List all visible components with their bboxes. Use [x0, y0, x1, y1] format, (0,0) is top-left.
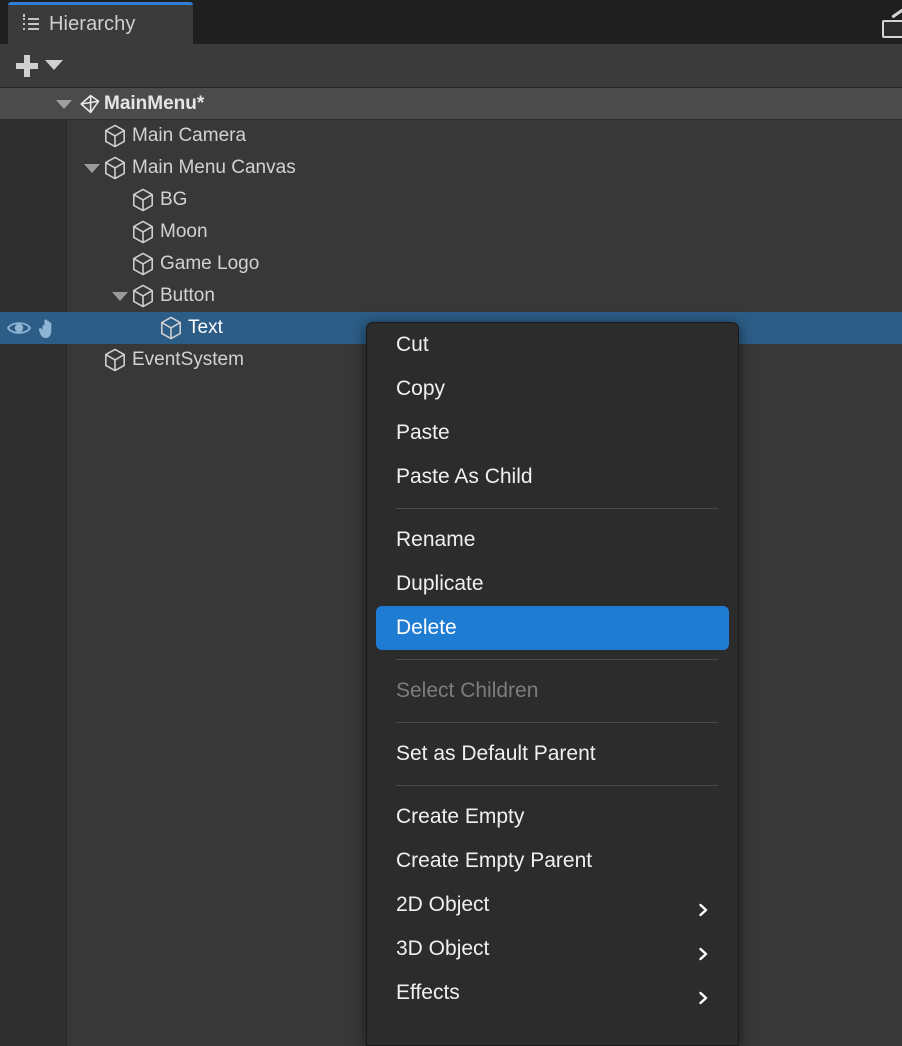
- chevron-down-icon[interactable]: [45, 60, 63, 70]
- foldout-triangle-expanded[interactable]: [84, 164, 100, 173]
- hierarchy-row-label: MainMenu*: [104, 92, 205, 114]
- menu-separator: [396, 722, 718, 723]
- menu-item-label: Create Empty: [396, 805, 525, 828]
- hierarchy-row-main-menu-canvas[interactable]: Main Menu Canvas: [0, 152, 902, 184]
- menu-item-copy[interactable]: Copy: [367, 367, 738, 411]
- hierarchy-row-bg[interactable]: BG: [0, 184, 902, 216]
- menu-separator: [396, 508, 718, 509]
- chevron-right-icon: [697, 899, 710, 917]
- chevron-right-icon: [697, 943, 710, 961]
- add-gameobject-button[interactable]: [10, 50, 44, 82]
- window-tab-bar: Hierarchy: [0, 0, 902, 44]
- menu-item-label: Copy: [396, 377, 446, 400]
- gameobject-cube-icon: [132, 252, 154, 276]
- hierarchy-row-mainmenu[interactable]: MainMenu*: [0, 88, 902, 120]
- menu-item-set-as-default-parent[interactable]: Set as Default Parent: [367, 732, 738, 776]
- menu-item-label: Delete: [396, 616, 457, 639]
- tab-label: Hierarchy: [49, 12, 136, 35]
- gameobject-cube-icon: [160, 316, 182, 340]
- row-visibility-icons: [6, 316, 64, 340]
- menu-item-create-empty[interactable]: Create Empty: [367, 795, 738, 839]
- menu-item-label: Select Children: [396, 679, 539, 702]
- hierarchy-row-label: EventSystem: [132, 349, 244, 370]
- hierarchy-row-label: Main Camera: [132, 125, 247, 146]
- menu-item-create-empty-parent[interactable]: Create Empty Parent: [367, 839, 738, 883]
- hierarchy-context-menu: Cut Copy Paste Paste As Child Rename Duplicat…: [366, 322, 739, 1046]
- menu-item-delete[interactable]: Delete: [376, 606, 729, 650]
- menu-item-effects[interactable]: Effects: [367, 971, 738, 1015]
- window-restore-icon[interactable]: [880, 8, 902, 38]
- foldout-triangle-expanded[interactable]: [56, 100, 72, 109]
- menu-item-duplicate[interactable]: Duplicate: [367, 562, 738, 606]
- menu-item-label: Set as Default Parent: [396, 742, 596, 765]
- gameobject-cube-icon: [132, 220, 154, 244]
- menu-item-2d-object[interactable]: 2D Object: [367, 883, 738, 927]
- unity-editor-hierarchy-window: Hierarchy All MainMenu* Main Camera Main M…: [0, 0, 902, 1046]
- menu-separator: [396, 785, 718, 786]
- menu-item-rename[interactable]: Rename: [367, 518, 738, 562]
- menu-item-paste[interactable]: Paste: [367, 411, 738, 455]
- menu-item-select-children: Select Children: [367, 669, 738, 713]
- hierarchy-row-label: Text: [188, 317, 223, 338]
- hierarchy-list-icon: [22, 14, 40, 32]
- menu-separator: [396, 659, 718, 660]
- gameobject-cube-icon: [132, 284, 154, 308]
- menu-item-label: Rename: [396, 528, 476, 551]
- hierarchy-row-label: Game Logo: [160, 253, 260, 274]
- tab-hierarchy[interactable]: Hierarchy: [8, 2, 193, 44]
- hierarchy-toolbar: All: [0, 44, 902, 126]
- menu-item-label: Duplicate: [396, 572, 484, 595]
- menu-item-paste-as-child[interactable]: Paste As Child: [367, 455, 738, 499]
- menu-item-label: Paste As Child: [396, 465, 533, 488]
- visibility-eye-icon[interactable]: [6, 318, 32, 343]
- chevron-right-icon: [697, 987, 710, 1005]
- unity-scene-icon: [78, 92, 102, 116]
- hierarchy-row-label: BG: [160, 189, 188, 210]
- menu-item-cut[interactable]: Cut: [367, 323, 738, 367]
- menu-item-label: Effects: [396, 981, 460, 1004]
- hierarchy-row-button[interactable]: Button: [0, 280, 902, 312]
- foldout-triangle-expanded[interactable]: [112, 292, 128, 301]
- gameobject-cube-icon: [104, 124, 126, 148]
- hierarchy-row-main-camera[interactable]: Main Camera: [0, 120, 902, 152]
- menu-item-3d-object[interactable]: 3D Object: [367, 927, 738, 971]
- menu-item-label: Cut: [396, 333, 429, 356]
- hierarchy-row-label: Main Menu Canvas: [132, 157, 296, 178]
- pickability-hand-icon[interactable]: [36, 316, 62, 345]
- menu-item-label: Paste: [396, 421, 450, 444]
- hierarchy-row-game-logo[interactable]: Game Logo: [0, 248, 902, 280]
- hierarchy-row-moon[interactable]: Moon: [0, 216, 902, 248]
- gameobject-cube-icon: [104, 156, 126, 180]
- menu-item-label: 2D Object: [396, 893, 490, 916]
- gameobject-cube-icon: [104, 348, 126, 372]
- menu-item-label: Create Empty Parent: [396, 849, 593, 872]
- hierarchy-row-label: Button: [160, 285, 215, 306]
- menu-item-label: 3D Object: [396, 937, 490, 960]
- gameobject-cube-icon: [132, 188, 154, 212]
- hierarchy-row-label: Moon: [160, 221, 208, 242]
